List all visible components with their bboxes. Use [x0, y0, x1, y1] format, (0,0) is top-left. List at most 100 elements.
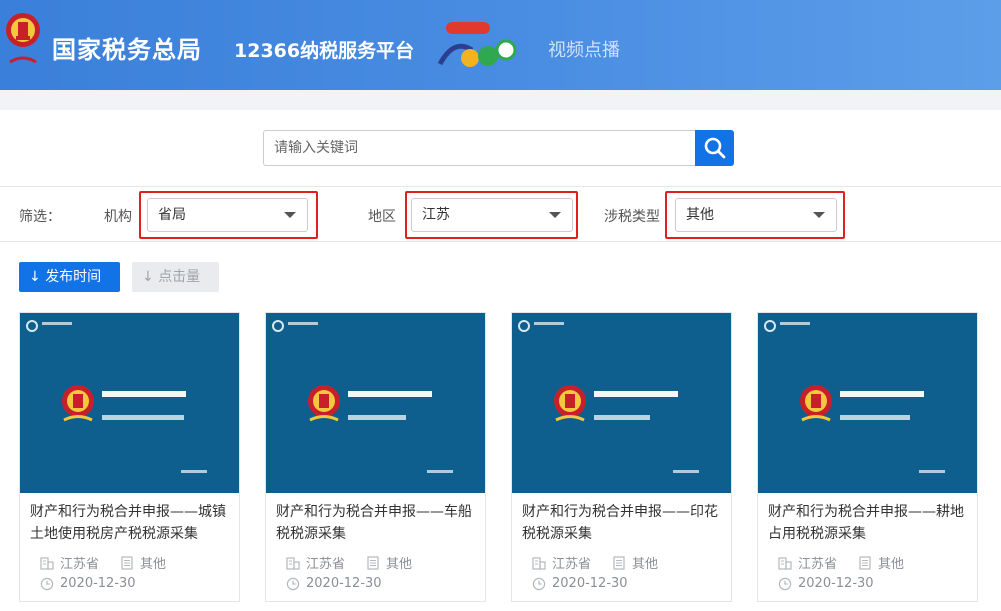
thumbnail-brand-mark [42, 322, 72, 325]
video-card[interactable]: 财产和行为税合并申报——城镇土地使用税房产税税源采集 江苏省 其他 2020-1… [19, 312, 240, 602]
clock-icon [778, 577, 792, 590]
thumbnail-date-mark [919, 470, 945, 473]
taxtype-filter-label: 涉税类型 [604, 209, 660, 225]
thumbnail-subtitle-mark [348, 415, 406, 420]
clock-icon [40, 577, 54, 590]
card-region-value: 江苏省 [306, 557, 346, 572]
thumbnail-title-mark [348, 391, 432, 397]
thumbnail-title-mark [594, 391, 678, 397]
region-select-value: 江苏 [422, 207, 450, 223]
region-filter-label: 地区 [368, 209, 396, 225]
card-type: 其他 [366, 553, 412, 572]
document-icon [121, 555, 133, 570]
thumbnail-date-mark [427, 470, 453, 473]
card-date-value: 2020-12-30 [552, 576, 628, 591]
clock-icon [532, 577, 546, 590]
tax-emblem-icon [800, 385, 832, 422]
filter-label: 筛选： [19, 209, 61, 225]
thumbnail-logo-icon [26, 320, 38, 332]
chevron-down-icon [813, 212, 825, 218]
thumbnail-brand-mark [534, 322, 564, 325]
video-thumbnail[interactable] [758, 313, 977, 493]
card-title[interactable]: 财产和行为税合并申报——耕地占用税税源采集 [768, 501, 968, 545]
search-icon [704, 137, 725, 159]
tax-emblem-icon [62, 385, 94, 422]
tax-emblem-icon [6, 13, 40, 64]
tax-emblem-icon [554, 385, 586, 422]
card-date-value: 2020-12-30 [60, 576, 136, 591]
search-button[interactable] [695, 130, 734, 166]
thumbnail-logo-icon [764, 320, 776, 332]
card-type-value: 其他 [386, 557, 413, 572]
document-icon [613, 555, 625, 570]
org-filter-label: 机构 [104, 209, 132, 225]
org-select[interactable]: 省局 [147, 198, 308, 232]
card-type: 其他 [858, 553, 904, 572]
brand-title: 国家税务总局 [52, 36, 202, 64]
12366-logo-icon [437, 22, 517, 67]
video-thumbnail[interactable] [512, 313, 731, 493]
building-icon [532, 556, 546, 570]
video-thumbnail[interactable] [20, 313, 239, 493]
thumbnail-title-mark [840, 391, 924, 397]
card-date-value: 2020-12-30 [306, 576, 382, 591]
video-card[interactable]: 财产和行为税合并申报——印花税税源采集 江苏省 其他 2020-12-30 [511, 312, 732, 602]
card-region-value: 江苏省 [798, 557, 838, 572]
region-select[interactable]: 江苏 [411, 198, 573, 232]
taxtype-select[interactable]: 其他 [675, 198, 837, 232]
sort-by-publish-time-button[interactable]: ↓ 发布时间 [19, 262, 120, 292]
chevron-down-icon [549, 212, 561, 218]
platform-title: 12366纳税服务平台 [234, 40, 415, 62]
card-region: 江苏省 [286, 553, 345, 572]
card-type-value: 其他 [878, 557, 905, 572]
taxtype-select-value: 其他 [686, 207, 714, 223]
filter-bar: 筛选： 机构 省局 地区 江苏 涉税类型 其他 [0, 186, 1001, 242]
arrow-down-icon: ↓ [29, 269, 41, 285]
card-type: 其他 [612, 553, 658, 572]
thumbnail-brand-mark [780, 322, 810, 325]
building-icon [286, 556, 300, 570]
thumbnail-brand-mark [288, 322, 318, 325]
card-date: 2020-12-30 [778, 576, 874, 591]
tax-emblem-icon [308, 385, 340, 422]
card-region: 江苏省 [778, 553, 837, 572]
card-date-value: 2020-12-30 [798, 576, 874, 591]
building-icon [40, 556, 54, 570]
card-title[interactable]: 财产和行为税合并申报——城镇土地使用税房产税税源采集 [30, 501, 230, 545]
clock-icon [286, 577, 300, 590]
card-type-value: 其他 [632, 557, 659, 572]
thumbnail-date-mark [181, 470, 207, 473]
thumbnail-subtitle-mark [594, 415, 650, 420]
card-region-value: 江苏省 [552, 557, 592, 572]
card-title[interactable]: 财产和行为税合并申报——印花税税源采集 [522, 501, 722, 545]
org-select-value: 省局 [158, 207, 186, 223]
thumbnail-subtitle-mark [840, 415, 910, 420]
thumbnail-logo-icon [272, 320, 284, 332]
search-input[interactable]: 请输入关键词 [263, 130, 696, 166]
card-region-value: 江苏省 [60, 557, 100, 572]
card-title[interactable]: 财产和行为税合并申报——车船税税源采集 [276, 501, 476, 545]
thumbnail-date-mark [673, 470, 699, 473]
document-icon [859, 555, 871, 570]
video-card[interactable]: 财产和行为税合并申报——耕地占用税税源采集 江苏省 其他 2020-12-30 [757, 312, 978, 602]
document-icon [367, 555, 379, 570]
card-region: 江苏省 [532, 553, 591, 572]
card-type: 其他 [120, 553, 166, 572]
building-icon [778, 556, 792, 570]
arrow-down-icon: ↓ [142, 269, 154, 285]
sort-by-clicks-button[interactable]: ↓ 点击量 [132, 262, 219, 292]
video-card[interactable]: 财产和行为税合并申报——车船税税源采集 江苏省 其他 2020-12-30 [265, 312, 486, 602]
card-date: 2020-12-30 [40, 576, 136, 591]
nav-video-on-demand[interactable]: 视频点播 [548, 36, 620, 62]
site-header: 国家税务总局 12366纳税服务平台 视频点播 [0, 0, 1001, 90]
thumbnail-logo-icon [518, 320, 530, 332]
card-type-value: 其他 [140, 557, 167, 572]
card-date: 2020-12-30 [532, 576, 628, 591]
thumbnail-title-mark [102, 391, 186, 397]
card-region: 江苏省 [40, 553, 99, 572]
video-thumbnail[interactable] [266, 313, 485, 493]
sort-clicks-label: 点击量 [158, 269, 201, 285]
header-divider-band [0, 90, 1001, 110]
card-date: 2020-12-30 [286, 576, 382, 591]
sort-publish-time-label: 发布时间 [45, 269, 102, 285]
